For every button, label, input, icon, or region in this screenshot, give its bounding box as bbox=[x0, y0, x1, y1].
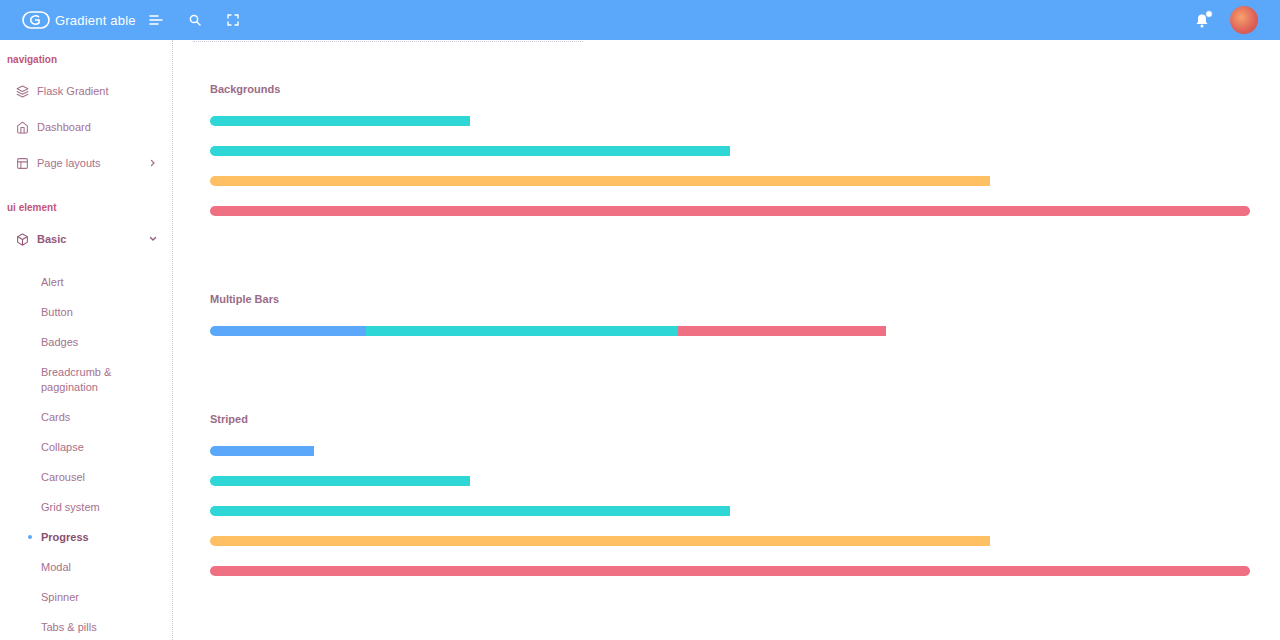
sidebar-item[interactable]: Flask Gradient bbox=[0, 73, 172, 109]
main-content: Backgrounds Multiple Bars Striped bbox=[173, 40, 1280, 640]
chevron-right-icon bbox=[149, 159, 157, 167]
progress-fill bbox=[210, 476, 470, 486]
sidebar-item-label: Flask Gradient bbox=[37, 85, 157, 97]
submenu-item[interactable]: Grid system bbox=[0, 492, 172, 522]
progress-bar bbox=[210, 206, 1250, 216]
fullscreen-icon[interactable] bbox=[227, 14, 239, 26]
submenu-item[interactable]: Spinner bbox=[0, 582, 172, 612]
progress-bar bbox=[210, 176, 1250, 186]
layout-icon bbox=[16, 157, 29, 170]
app-root: Gradient able navigation Flask Gradient Das… bbox=[0, 0, 1280, 640]
submenu: Alert Button Badges Breadcrumb & pagginatio… bbox=[0, 257, 172, 640]
submenu-item-label: Grid system bbox=[41, 500, 100, 515]
layers-icon bbox=[16, 85, 29, 98]
progress-bar bbox=[210, 446, 1250, 456]
progress-fill bbox=[366, 326, 678, 336]
box-icon bbox=[16, 233, 29, 246]
submenu-item-label: Button bbox=[41, 305, 73, 320]
progress-section: Striped bbox=[210, 411, 1250, 576]
submenu-item[interactable]: Alert bbox=[0, 267, 172, 297]
progress-bar bbox=[210, 506, 1250, 516]
sidebar: navigation Flask Gradient Dashboard Page la… bbox=[0, 40, 173, 640]
submenu-item-label: Badges bbox=[41, 335, 78, 350]
submenu-item[interactable]: Carousel bbox=[0, 462, 172, 492]
submenu-item-label: Tabs & pills bbox=[41, 620, 97, 635]
progress-section: Backgrounds bbox=[210, 81, 1250, 216]
menu-icon[interactable] bbox=[149, 14, 163, 26]
submenu-item[interactable]: Button bbox=[0, 297, 172, 327]
progress-bar bbox=[210, 116, 1250, 126]
progress-fill bbox=[210, 506, 730, 516]
user-avatar[interactable] bbox=[1230, 6, 1258, 34]
brand-name: Gradient able bbox=[55, 13, 136, 28]
progress-fill bbox=[678, 326, 886, 336]
section-title: Multiple Bars bbox=[210, 291, 1250, 307]
submenu-item[interactable]: Modal bbox=[0, 552, 172, 582]
card-bottom-edge bbox=[193, 40, 583, 42]
progress-fill bbox=[210, 176, 990, 186]
submenu-item-label: Progress bbox=[41, 530, 89, 545]
progress-fill bbox=[210, 566, 1250, 576]
submenu-item-label: Carousel bbox=[41, 470, 85, 485]
home-icon bbox=[16, 121, 29, 134]
submenu-item[interactable]: Breadcrumb & paggination bbox=[0, 357, 172, 402]
section-title: Backgrounds bbox=[210, 81, 1250, 97]
sidebar-item-label: Dashboard bbox=[37, 121, 157, 133]
section-title: Striped bbox=[210, 411, 1250, 427]
submenu-item-label: Spinner bbox=[41, 590, 79, 605]
progress-fill bbox=[210, 146, 730, 156]
sidebar-item-label: Basic bbox=[37, 233, 149, 245]
sidebar-item-label: Page layouts bbox=[37, 157, 149, 169]
sidebar-item[interactable]: Page layouts bbox=[0, 145, 172, 181]
progress-bar bbox=[210, 326, 1250, 336]
submenu-item[interactable]: Tabs & pills bbox=[0, 612, 172, 640]
brand[interactable]: Gradient able bbox=[22, 11, 136, 29]
progress-bar bbox=[210, 536, 1250, 546]
progress-fill bbox=[210, 536, 990, 546]
top-bar: Gradient able bbox=[0, 0, 1280, 40]
search-icon[interactable] bbox=[189, 14, 201, 26]
sidebar-caption: navigation bbox=[0, 52, 172, 68]
logo-icon bbox=[22, 11, 50, 29]
sidebar-item[interactable]: Dashboard bbox=[0, 109, 172, 145]
progress-fill bbox=[210, 446, 314, 456]
submenu-item-label: Collapse bbox=[41, 440, 84, 455]
sidebar-caption: ui element bbox=[0, 200, 172, 216]
progress-bar bbox=[210, 566, 1250, 576]
submenu-item-label: Breadcrumb & paggination bbox=[41, 365, 141, 395]
progress-fill bbox=[210, 206, 1250, 216]
submenu-item[interactable]: Progress bbox=[0, 522, 172, 552]
active-bullet bbox=[28, 535, 32, 539]
notification-button[interactable] bbox=[1194, 12, 1210, 28]
progress-fill bbox=[210, 326, 366, 336]
submenu-item[interactable]: Badges bbox=[0, 327, 172, 357]
chevron-down-icon bbox=[149, 235, 157, 243]
submenu-item-label: Modal bbox=[41, 560, 71, 575]
submenu-item-label: Alert bbox=[41, 275, 64, 290]
progress-bar bbox=[210, 146, 1250, 156]
progress-fill bbox=[210, 116, 470, 126]
notification-dot bbox=[1205, 10, 1213, 18]
submenu-item-label: Cards bbox=[41, 410, 70, 425]
progress-bar bbox=[210, 476, 1250, 486]
progress-section: Multiple Bars bbox=[210, 291, 1250, 336]
submenu-item[interactable]: Collapse bbox=[0, 432, 172, 462]
submenu-item[interactable]: Cards bbox=[0, 402, 172, 432]
sidebar-item[interactable]: Basic bbox=[0, 221, 172, 257]
